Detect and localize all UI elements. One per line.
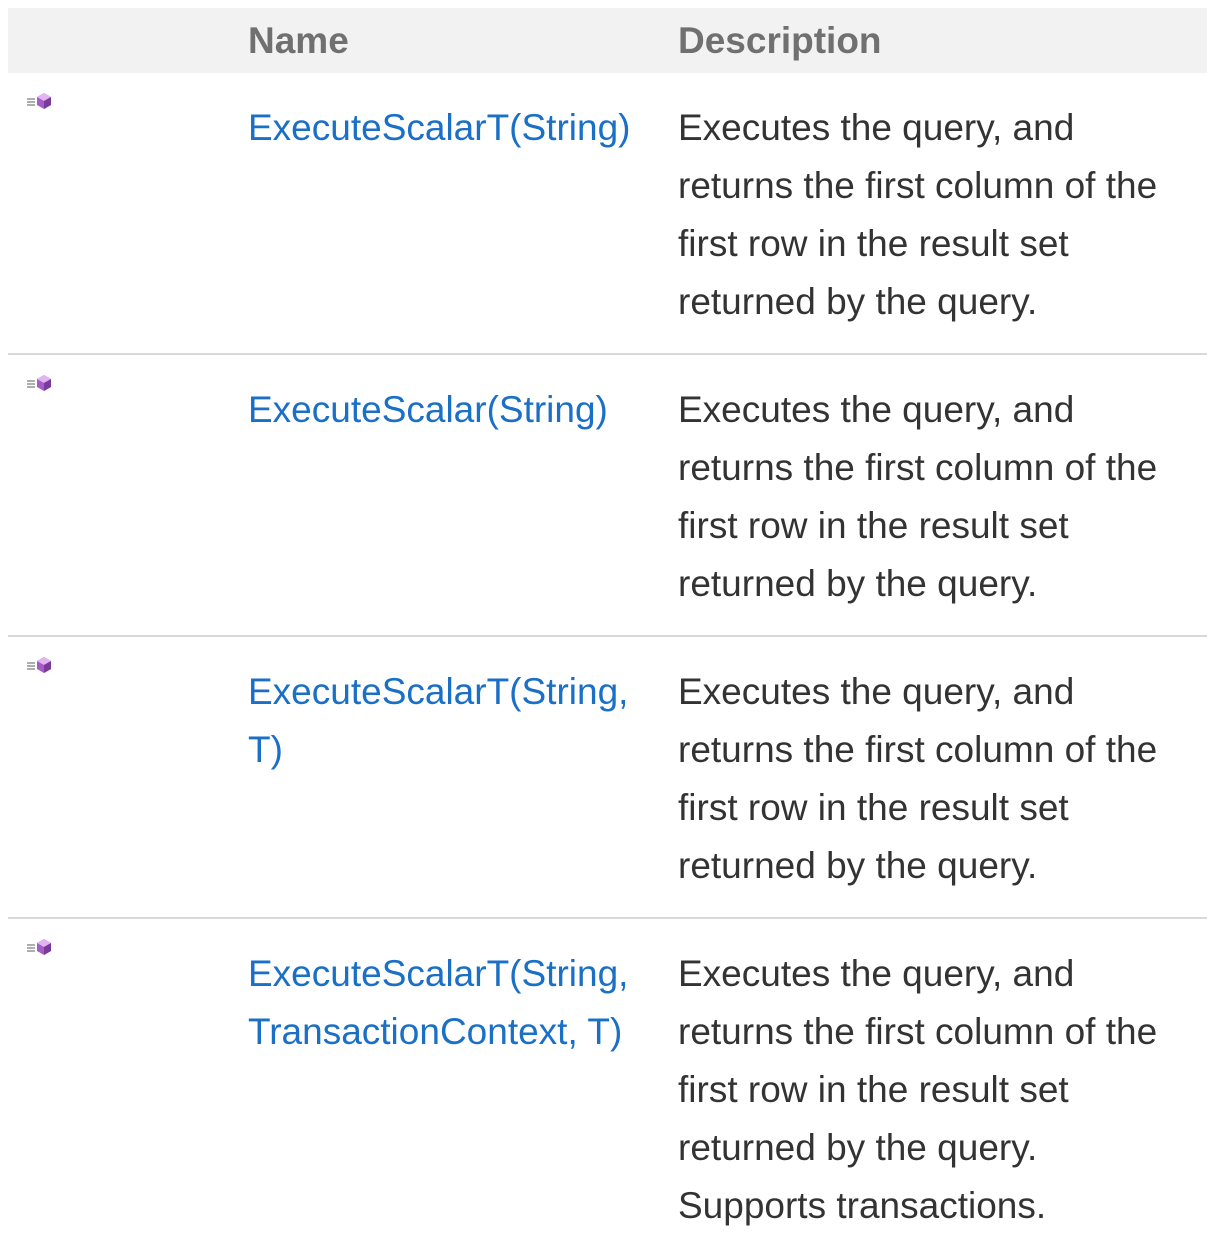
name-cell: ExecuteScalarT(String) <box>233 73 676 355</box>
header-icon-column <box>8 8 233 73</box>
icon-cell <box>8 354 233 637</box>
name-cell: ExecuteScalar(String) <box>233 354 676 637</box>
name-cell: ExecuteScalarT(String, TransactionContex… <box>233 918 676 1257</box>
public-method-icon <box>26 91 56 113</box>
member-link[interactable]: ExecuteScalarT(String, TransactionContex… <box>248 945 668 1061</box>
public-method-icon <box>26 373 56 395</box>
name-cell: ExecuteScalarT(String, T) <box>233 636 676 919</box>
table-row: ExecuteScalarT(String, T) Executes the q… <box>8 636 1207 919</box>
header-row: Name Description <box>8 8 1207 73</box>
members-table-header: Name Description <box>8 8 1207 73</box>
table-row: ExecuteScalarT(String, TransactionContex… <box>8 918 1207 1257</box>
public-method-icon <box>26 937 56 959</box>
member-description: Executes the query, and returns the firs… <box>678 389 1158 604</box>
member-description: Executes the query, and returns the firs… <box>678 671 1158 886</box>
member-link[interactable]: ExecuteScalarT(String, T) <box>248 663 668 779</box>
header-name: Name <box>248 19 349 61</box>
members-table-body: ExecuteScalarT(String) Executes the quer… <box>8 73 1207 1257</box>
member-link[interactable]: ExecuteScalar(String) <box>248 381 668 439</box>
public-method-icon <box>26 655 56 677</box>
member-description: Executes the query, and returns the firs… <box>678 953 1158 1226</box>
description-cell: Executes the query, and returns the firs… <box>676 636 1207 919</box>
icon-cell <box>8 73 233 355</box>
table-row: ExecuteScalarT(String) Executes the quer… <box>8 73 1207 355</box>
member-description: Executes the query, and returns the firs… <box>678 107 1158 322</box>
header-description: Description <box>678 19 882 61</box>
description-cell: Executes the query, and returns the firs… <box>676 918 1207 1257</box>
members-table: Name Description ExecuteScalarT(String) … <box>8 8 1207 1257</box>
table-row: ExecuteScalar(String) Executes the query… <box>8 354 1207 637</box>
icon-cell <box>8 918 233 1257</box>
description-cell: Executes the query, and returns the firs… <box>676 354 1207 637</box>
description-cell: Executes the query, and returns the firs… <box>676 73 1207 355</box>
icon-cell <box>8 636 233 919</box>
member-link[interactable]: ExecuteScalarT(String) <box>248 99 668 157</box>
